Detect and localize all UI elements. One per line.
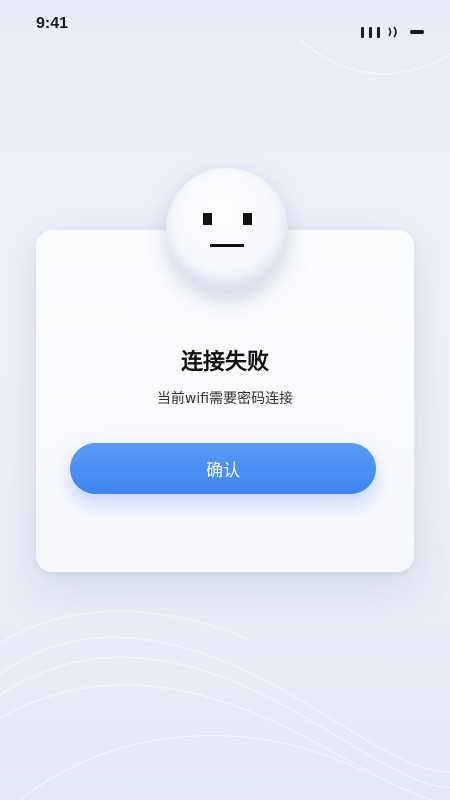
dialog-title: 连接失败 xyxy=(180,350,269,375)
status-icons xyxy=(361,26,424,38)
neutral-face-icon xyxy=(166,168,288,290)
face-right-eye xyxy=(243,213,252,225)
status-bar: 9:41 xyxy=(0,0,450,50)
face-mouth xyxy=(210,244,244,247)
wifi-icon xyxy=(386,26,402,38)
dialog-message: 当前wifi需要密码连接 xyxy=(156,391,294,407)
status-time: 9:41 xyxy=(36,15,69,32)
confirm-button[interactable]: 确认 xyxy=(70,443,376,494)
signal-bars-icon xyxy=(361,26,380,38)
face-left-eye xyxy=(203,213,212,225)
battery-icon xyxy=(410,30,424,34)
